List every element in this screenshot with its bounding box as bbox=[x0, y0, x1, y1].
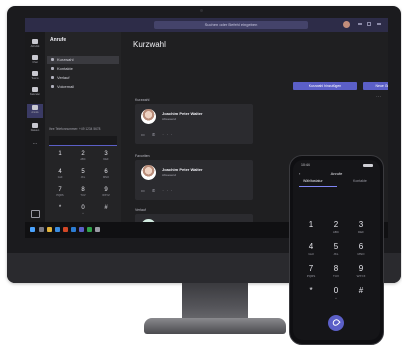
user-avatar[interactable] bbox=[343, 21, 350, 28]
add-speed-dial-button[interactable]: Kurzwahl hinzufügen bbox=[293, 82, 357, 90]
rail-item-files[interactable]: Dateien bbox=[27, 122, 43, 136]
windows-icon[interactable] bbox=[30, 227, 35, 232]
dial-key[interactable]: 0 + bbox=[72, 204, 94, 220]
nav-voicemail[interactable]: Voicemail bbox=[47, 83, 119, 91]
calls-panel: Anrufe Kurzwahl Kontakte Verlauf Voicema… bbox=[45, 32, 121, 222]
help-icon[interactable] bbox=[31, 210, 40, 218]
dial-key[interactable]: * bbox=[49, 204, 71, 220]
phone-key[interactable]: 9 WXYZ bbox=[348, 264, 374, 284]
tab-dialpad[interactable]: Wähltastatur bbox=[303, 179, 323, 183]
app-rail: Aktivität Chat Teams Kalender Anrufe Dat… bbox=[25, 32, 45, 222]
phone-title: Anrufe bbox=[330, 171, 343, 176]
battery-icon bbox=[363, 164, 373, 167]
section-label: Kurzwahl bbox=[135, 98, 150, 102]
nav-speed-dial[interactable]: Kurzwahl bbox=[47, 56, 119, 64]
phone-key[interactable]: 6 MNO bbox=[348, 242, 374, 262]
dial-key[interactable]: 9 WXYZ bbox=[95, 186, 117, 202]
phone-key[interactable]: 3 DEF bbox=[348, 220, 374, 240]
dial-key[interactable]: 8 TUV bbox=[72, 186, 94, 202]
section-label: Verlauf bbox=[135, 208, 146, 212]
new-group-button[interactable]: Neue Gruppe bbox=[363, 82, 388, 90]
monitor-stand-foot bbox=[144, 318, 286, 334]
phone-screen: 10:44 ‹ Anrufe Wähltastatur Kontakte 1 2… bbox=[293, 160, 380, 340]
nav-history[interactable]: Verlauf bbox=[47, 74, 119, 82]
contact-status: Abwesend bbox=[162, 173, 177, 177]
more-icon[interactable]: ··· bbox=[376, 94, 381, 100]
dial-key[interactable]: 3 DEF bbox=[95, 150, 117, 166]
phone-key[interactable]: 5 JKL bbox=[323, 242, 349, 262]
star-icon bbox=[51, 58, 54, 62]
call-button[interactable] bbox=[328, 315, 344, 331]
page-title: Kurzwahl bbox=[133, 40, 166, 49]
card-actions[interactable]: ▭ ✆ ··· bbox=[141, 188, 175, 193]
dial-input[interactable] bbox=[49, 136, 117, 146]
dial-key[interactable]: 1 bbox=[49, 150, 71, 166]
rail-item-calendar[interactable]: Kalender bbox=[27, 86, 43, 100]
maximize-icon[interactable] bbox=[367, 22, 371, 26]
clock-icon bbox=[51, 76, 54, 80]
monitor-stand-neck bbox=[182, 283, 248, 323]
folder-icon[interactable] bbox=[47, 227, 52, 232]
teams-icon[interactable] bbox=[79, 227, 84, 232]
voicemail-icon bbox=[51, 85, 54, 89]
rail-more[interactable]: ... bbox=[27, 140, 43, 154]
phone-key[interactable]: * bbox=[298, 286, 324, 306]
office-icon[interactable] bbox=[63, 227, 68, 232]
phone-key[interactable]: 8 TUV bbox=[323, 264, 349, 284]
card-actions[interactable]: ▭ ✆ ··· bbox=[141, 132, 175, 137]
phone-key[interactable]: 1 bbox=[298, 220, 324, 240]
chat-icon bbox=[32, 55, 38, 60]
search-input[interactable]: Suchen oder Befehl eingeben bbox=[154, 21, 308, 29]
phone-icon bbox=[32, 105, 38, 110]
outlook-icon[interactable] bbox=[71, 227, 76, 232]
title-bar: Suchen oder Befehl eingeben bbox=[25, 18, 388, 32]
dial-key[interactable]: 6 MNO bbox=[95, 168, 117, 184]
nav-contacts[interactable]: Kontakte bbox=[47, 65, 119, 73]
avatar bbox=[141, 165, 156, 180]
edge-icon[interactable] bbox=[55, 227, 60, 232]
tab-indicator bbox=[299, 186, 337, 187]
rail-item-activity[interactable]: Aktivität bbox=[27, 38, 43, 52]
phone-number-dropdown[interactable]: Ihre Telefonnummer: +49 1234 5678 bbox=[49, 125, 117, 133]
close-icon[interactable] bbox=[377, 23, 381, 25]
dial-key[interactable]: 5 JKL bbox=[72, 168, 94, 184]
contact-name: Joachim Peter Walter bbox=[162, 167, 203, 172]
dial-key[interactable]: 7 PQRS bbox=[49, 186, 71, 202]
contact-status: Abwesend bbox=[162, 117, 177, 121]
excel-icon[interactable] bbox=[87, 227, 92, 232]
teams-icon bbox=[32, 71, 38, 76]
minimize-icon[interactable] bbox=[358, 23, 362, 25]
app-icon[interactable] bbox=[95, 227, 100, 232]
phone-clock: 10:44 bbox=[301, 163, 310, 167]
rail-item-calls[interactable]: Anrufe bbox=[27, 104, 43, 118]
contacts-icon bbox=[51, 67, 54, 71]
avatar bbox=[141, 109, 156, 124]
panel-title: Anrufe bbox=[50, 37, 67, 43]
tab-contacts[interactable]: Kontakte bbox=[353, 179, 367, 183]
contact-card[interactable]: Joachim Peter Walter Abwesend ▭ ✆ ··· bbox=[135, 104, 253, 144]
search-icon[interactable] bbox=[39, 227, 44, 232]
dial-key[interactable]: # bbox=[95, 204, 117, 220]
phone-icon bbox=[331, 317, 341, 328]
contact-card[interactable]: Joachim Peter Walter Abwesend ▭ ✆ ··· bbox=[135, 160, 253, 200]
phone-key[interactable]: 0 + bbox=[323, 286, 349, 306]
rail-item-chat[interactable]: Chat bbox=[27, 54, 43, 68]
calendar-icon bbox=[32, 87, 38, 92]
bell-icon bbox=[32, 39, 38, 44]
rail-item-teams[interactable]: Teams bbox=[27, 70, 43, 84]
webcam-icon bbox=[200, 9, 203, 12]
file-icon bbox=[32, 123, 38, 128]
section-label: Favoriten bbox=[135, 154, 150, 158]
phone-key[interactable]: 2 ABC bbox=[323, 220, 349, 240]
phone-key[interactable]: 4 GHI bbox=[298, 242, 324, 262]
phone-key[interactable]: # bbox=[348, 286, 374, 306]
phone-key[interactable]: 7 PQRS bbox=[298, 264, 324, 284]
contact-name: Joachim Peter Walter bbox=[162, 111, 203, 116]
dial-key[interactable]: 2 ABC bbox=[72, 150, 94, 166]
dial-key[interactable]: 4 GHI bbox=[49, 168, 71, 184]
